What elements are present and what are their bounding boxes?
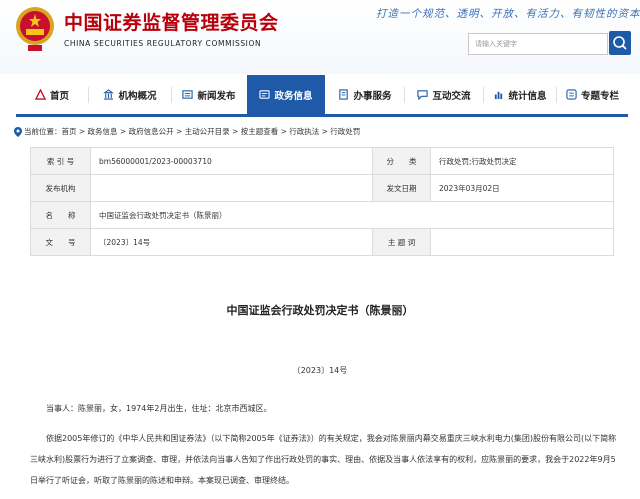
site-title-english: CHINA SECURITIES REGULATORY COMMISSION (64, 39, 262, 48)
nav-label: 新闻发布 (197, 90, 236, 102)
nav-news[interactable]: 新闻发布 (172, 75, 246, 114)
breadcrumb[interactable]: 当前位置：首页 > 政务信息 > 政府信息公开 > 主动公开目录 > 按主题查看… (14, 126, 360, 137)
issuer-label: 发布机构 (30, 174, 91, 202)
search-icon (613, 36, 627, 50)
news-icon (182, 90, 194, 99)
national-emblem-icon (16, 7, 54, 51)
keyword-label: 主 题 词 (372, 228, 431, 256)
nav-label: 专题专栏 (580, 90, 619, 102)
date-value: 2023年03月02日 (430, 174, 614, 202)
keyword-value (430, 228, 614, 256)
main-nav: 首页 机构概况 新闻发布 政务信息 办事服务 互动交流 统计信息 专题专栏 (16, 75, 628, 117)
issuer-value (90, 174, 373, 202)
nav-interaction[interactable]: 互动交流 (405, 75, 483, 114)
docno-value: 〔2023〕14号 (90, 228, 373, 256)
nav-label: 统计信息 (508, 90, 547, 102)
location-pin-icon (14, 127, 22, 137)
article-paragraph: 当事人：陈景丽，女，1974年2月出生，住址：北京市西城区。 (46, 404, 272, 413)
search-button[interactable] (609, 31, 631, 55)
date-label: 发文日期 (372, 174, 431, 202)
document-meta-table: 索 引 号 bm56000001/2023-00003710 分 类 行政处罚;… (30, 147, 614, 256)
index-label: 索 引 号 (30, 147, 91, 175)
document-title: 中国证监会行政处罚决定书（陈景丽） (226, 304, 414, 317)
breadcrumb-prefix: 当前位置： (24, 127, 62, 136)
document-number: 〔2023〕14号 (292, 366, 348, 375)
nav-label: 机构概况 (118, 90, 157, 102)
site-slogan: 打造一个规范、透明、开放、有活力、有韧性的资本市场 (376, 8, 640, 20)
nav-label: 首页 (49, 90, 69, 102)
category-value: 行政处罚;行政处罚决定 (430, 147, 614, 175)
nav-label: 政务信息 (274, 90, 313, 102)
name-label: 名 称 (30, 201, 91, 229)
building-icon (103, 89, 115, 100)
site-header: 中国证券监督管理委员会 CHINA SECURITIES REGULATORY … (0, 0, 640, 74)
gov-info-icon (259, 90, 271, 99)
nav-gov-info[interactable]: 政务信息 (247, 75, 325, 114)
article-paragraph: 依据2005年修订的《中华人民共和国证券法》（以下简称2005年《证券法》）的有… (30, 434, 617, 485)
docno-label: 文 号 (30, 228, 91, 256)
home-icon (34, 89, 46, 100)
table-row: 发布机构 发文日期 2023年03月02日 (30, 174, 614, 202)
chat-icon (417, 90, 429, 100)
table-row: 文 号 〔2023〕14号 主 题 词 (30, 228, 614, 256)
breadcrumb-path[interactable]: 首页 > 政务信息 > 政府信息公开 > 主动公开目录 > 按主题查看 > 行政… (62, 127, 361, 136)
nav-about[interactable]: 机构概况 (89, 75, 171, 114)
category-label: 分 类 (372, 147, 431, 175)
index-value: bm56000001/2023-00003710 (90, 147, 373, 175)
nav-home[interactable]: 首页 (16, 75, 88, 114)
nav-label: 办事服务 (353, 90, 392, 102)
nav-label: 互动交流 (432, 90, 471, 102)
chart-icon (495, 91, 503, 100)
table-row: 名 称 中国证监会行政处罚决定书（陈景丽） (30, 201, 614, 229)
name-value: 中国证监会行政处罚决定书（陈景丽） (90, 201, 614, 229)
service-icon (339, 89, 349, 100)
nav-service[interactable]: 办事服务 (326, 75, 404, 114)
site-title[interactable]: 中国证券监督管理委员会 (64, 8, 279, 35)
nav-statistics[interactable]: 统计信息 (484, 75, 556, 114)
topic-icon (566, 89, 577, 100)
nav-topics[interactable]: 专题专栏 (557, 75, 628, 114)
search-input[interactable]: 请输入关键字 (468, 33, 608, 55)
table-row: 索 引 号 bm56000001/2023-00003710 分 类 行政处罚;… (30, 147, 614, 175)
